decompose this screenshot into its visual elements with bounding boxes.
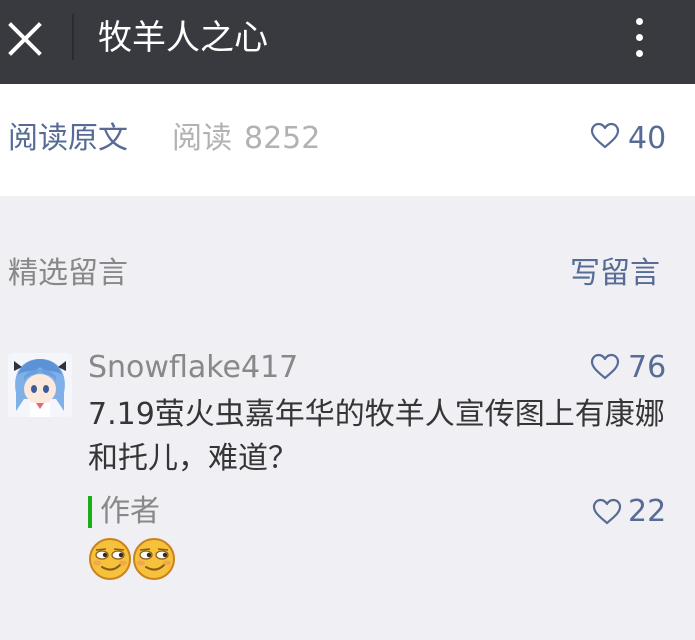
heart-outline-icon[interactable]: [590, 352, 620, 382]
close-icon[interactable]: [8, 22, 42, 56]
smirk-emoji-icon: [133, 538, 175, 580]
anime-avatar-image: [8, 353, 72, 417]
comment-text: 7.19萤火虫嘉年华的牧羊人宣传图上有康娜和托儿，难道？: [88, 397, 665, 476]
write-comment-button[interactable]: 写留言: [570, 255, 660, 293]
top-bar: 牧羊人之心: [0, 0, 695, 84]
heart-outline-icon[interactable]: [592, 497, 622, 527]
avatar[interactable]: [8, 353, 72, 417]
read-original-link[interactable]: 阅读原文: [8, 120, 128, 158]
author-reply-label: 作者: [100, 494, 160, 529]
header-divider: [72, 14, 74, 60]
author-reply-marker: [88, 496, 92, 528]
smirk-emoji-icon: [89, 538, 131, 580]
comment-username: Snowflake417: [88, 350, 299, 385]
comment-like-count: 76: [628, 350, 667, 385]
article-like-count: 40: [628, 121, 667, 156]
page-title: 牧羊人之心: [98, 18, 268, 58]
more-vertical-icon[interactable]: [628, 14, 652, 62]
heart-outline-icon[interactable]: [590, 121, 620, 151]
read-count-label: 阅读: [172, 121, 232, 156]
reply-like-count: 22: [628, 494, 667, 529]
featured-comments-title: 精选留言: [8, 256, 128, 291]
read-count-value: 8252: [244, 121, 321, 156]
read-stats-bar: 阅读原文 阅读 8252 40: [0, 84, 695, 196]
